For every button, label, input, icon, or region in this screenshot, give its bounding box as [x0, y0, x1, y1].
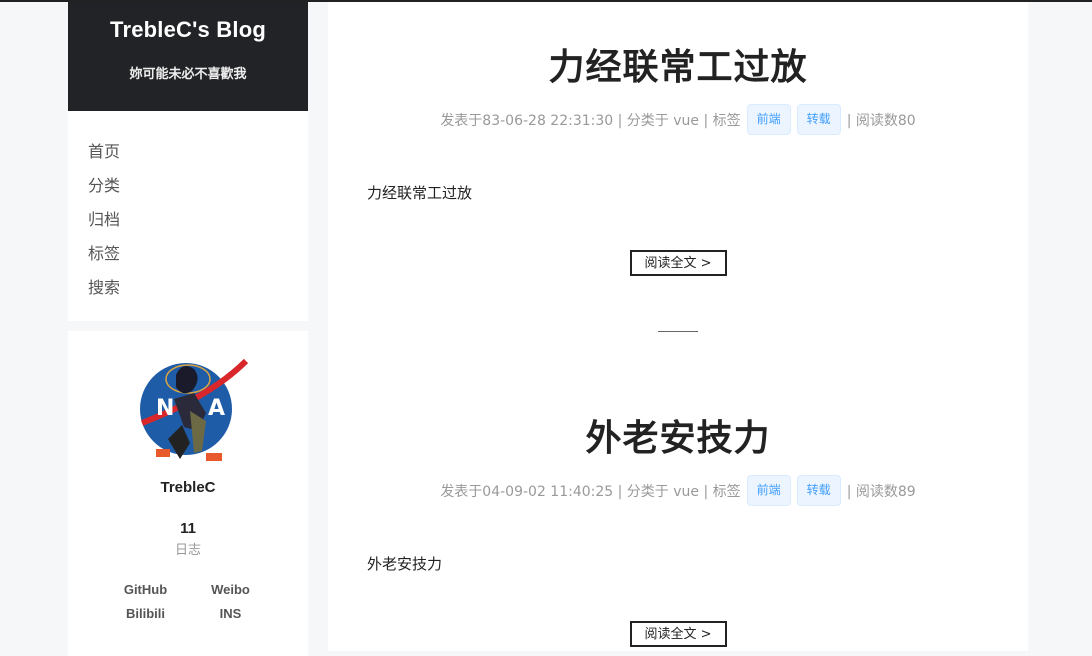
- post-item: 外老安技力 发表于04-09-02 11:40:25 | 分类于 vue | 标…: [328, 409, 1028, 647]
- post-excerpt: 外老安技力: [367, 555, 443, 573]
- author-profile: N A TrebleC 11 日志 GitHub Weibo Bilibili …: [68, 331, 308, 656]
- menu-item-tags[interactable]: 标签: [68, 237, 308, 271]
- post-item: 力经联常工过放 发表于83-06-28 22:31:30 | 分类于 vue |…: [328, 38, 1028, 276]
- post-meta: 发表于04-09-02 11:40:25 | 分类于 vue | 标签 前端 转…: [328, 475, 1028, 506]
- author-avatar: N A: [128, 349, 248, 471]
- post-divider: [658, 331, 698, 332]
- read-more-button[interactable]: 阅读全文 >: [629, 621, 727, 647]
- site-header: TrebleC's Blog 妳可能未必不喜歡我: [68, 2, 308, 111]
- weibo-link[interactable]: Weibo: [188, 582, 273, 597]
- bilibili-link[interactable]: Bilibili: [103, 606, 188, 621]
- svg-text:A: A: [208, 396, 225, 421]
- post-meta-info: 发表于04-09-02 11:40:25 | 分类于 vue | 标签: [440, 483, 741, 500]
- tag-repost[interactable]: 转载: [796, 475, 841, 506]
- site-title[interactable]: TrebleC's Blog: [68, 2, 308, 43]
- post-excerpt: 力经联常工过放: [367, 184, 473, 202]
- post-read-count: | 阅读数80: [846, 112, 916, 129]
- post-title[interactable]: 力经联常工过放: [328, 38, 1028, 90]
- post-list: 力经联常工过放 发表于83-06-28 22:31:30 | 分类于 vue |…: [328, 2, 1028, 651]
- post-title[interactable]: 外老安技力: [328, 409, 1028, 461]
- menu-item-home[interactable]: 首页: [68, 135, 308, 169]
- menu-item-archives[interactable]: 归档: [68, 203, 308, 237]
- social-links: GitHub Weibo Bilibili INS: [103, 582, 273, 621]
- site-subtitle: 妳可能未必不喜歡我: [129, 67, 247, 82]
- posts-count: 11: [180, 520, 196, 537]
- tag-frontend[interactable]: 前端: [746, 475, 791, 506]
- read-more-button[interactable]: 阅读全文 >: [629, 250, 727, 276]
- post-meta-info: 发表于83-06-28 22:31:30 | 分类于 vue | 标签: [440, 112, 741, 129]
- post-meta: 发表于83-06-28 22:31:30 | 分类于 vue | 标签 前端 转…: [328, 104, 1028, 135]
- github-link[interactable]: GitHub: [103, 582, 188, 597]
- author-name: TrebleC: [160, 479, 216, 496]
- site-menu: 首页 分类 归档 标签 搜索: [68, 111, 308, 321]
- posts-label: 日志: [174, 543, 201, 558]
- menu-item-search[interactable]: 搜索: [68, 271, 308, 305]
- tag-repost[interactable]: 转载: [796, 104, 841, 135]
- posts-stat[interactable]: 11 日志: [68, 520, 308, 558]
- svg-text:N: N: [156, 396, 174, 421]
- ins-link[interactable]: INS: [188, 606, 273, 621]
- tag-frontend[interactable]: 前端: [746, 104, 791, 135]
- post-read-count: | 阅读数89: [846, 483, 916, 500]
- menu-item-categories[interactable]: 分类: [68, 169, 308, 203]
- sidebar: TrebleC's Blog 妳可能未必不喜歡我 首页 分类 归档 标签 搜索 …: [68, 2, 308, 656]
